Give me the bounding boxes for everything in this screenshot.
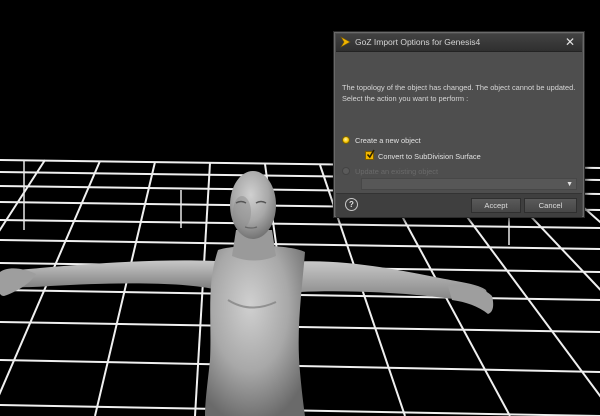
convert-subdivision-label[interactable]: Convert to SubDivision Surface bbox=[378, 152, 481, 161]
create-new-object-label[interactable]: Create a new object bbox=[355, 136, 421, 145]
cancel-button[interactable]: Cancel bbox=[524, 198, 577, 213]
dialog-footer: ? Accept Cancel bbox=[336, 193, 582, 217]
update-existing-object-radio bbox=[342, 167, 350, 175]
help-icon[interactable]: ? bbox=[345, 198, 358, 211]
torso bbox=[205, 245, 305, 416]
create-new-object-radio[interactable] bbox=[342, 136, 350, 144]
checkmark-icon bbox=[366, 149, 375, 159]
dialog-titlebar[interactable]: GoZ Import Options for Genesis4 ✕ bbox=[336, 34, 582, 52]
goz-import-dialog: GoZ Import Options for Genesis4 ✕ The to… bbox=[333, 31, 585, 218]
dialog-title: GoZ Import Options for Genesis4 bbox=[355, 37, 481, 47]
goz-icon bbox=[340, 36, 351, 48]
update-existing-object-label: Update an existing object bbox=[355, 167, 438, 176]
accept-button[interactable]: Accept bbox=[471, 198, 521, 213]
existing-object-select: ▼ bbox=[361, 178, 577, 190]
dialog-message: The topology of the object has changed. … bbox=[342, 83, 576, 103]
close-icon[interactable]: ✕ bbox=[563, 36, 577, 48]
convert-subdivision-checkbox[interactable] bbox=[365, 149, 375, 160]
right-hand bbox=[448, 284, 494, 314]
chevron-down-icon: ▼ bbox=[566, 181, 573, 188]
face-shadow bbox=[233, 196, 251, 228]
